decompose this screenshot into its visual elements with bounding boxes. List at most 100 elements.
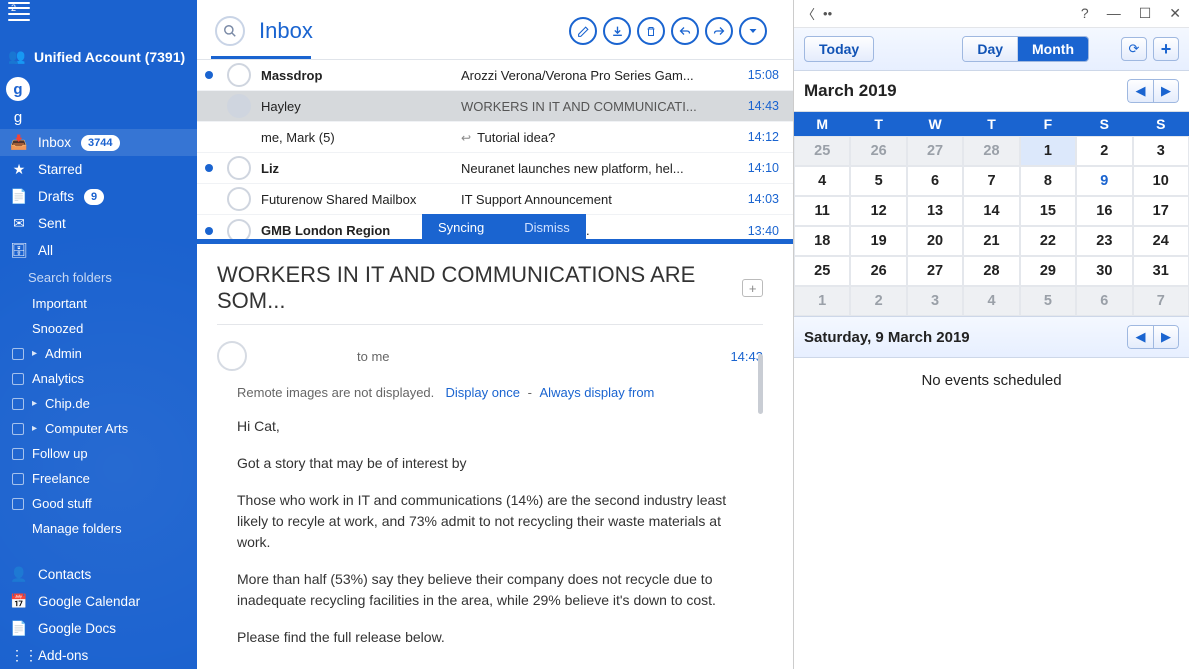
sidebar-gcal[interactable]: 📅Google Calendar <box>0 588 197 615</box>
prev-month-button[interactable]: ◀ <box>1127 79 1153 103</box>
folder-computer-arts[interactable]: ▸Computer Arts <box>0 416 197 441</box>
folder-snoozed[interactable]: Snoozed <box>0 316 197 341</box>
calendar-day[interactable]: 16 <box>1076 196 1132 226</box>
more-icon[interactable]: •• <box>823 6 832 21</box>
calendar-day[interactable]: 4 <box>963 286 1019 316</box>
calendar-day[interactable]: 28 <box>963 256 1019 286</box>
download-button[interactable] <box>603 17 631 45</box>
calendar-day[interactable]: 5 <box>850 166 906 196</box>
folder-analytics[interactable]: Analytics <box>0 366 197 391</box>
sidebar-starred[interactable]: ★ Starred <box>0 156 197 183</box>
calendar-day[interactable]: 27 <box>907 256 963 286</box>
checkbox-icon[interactable] <box>12 348 24 360</box>
checkbox-icon[interactable] <box>12 448 24 460</box>
calendar-day[interactable]: 11 <box>794 196 850 226</box>
sidebar-all[interactable]: 🗄 All <box>0 237 197 264</box>
calendar-day[interactable]: 8 <box>1020 166 1076 196</box>
sidebar-gdocs[interactable]: 📄Google Docs <box>0 615 197 642</box>
calendar-day[interactable]: 3 <box>1133 136 1189 166</box>
calendar-day[interactable]: 23 <box>1076 226 1132 256</box>
checkbox-icon[interactable] <box>12 398 24 410</box>
display-once-link[interactable]: Display once <box>446 385 520 400</box>
add-tag-button[interactable]: + <box>742 279 763 297</box>
always-display-link[interactable]: Always display from <box>540 385 655 400</box>
calendar-day[interactable]: 27 <box>907 136 963 166</box>
calendar-day[interactable]: 5 <box>1020 286 1076 316</box>
calendar-day[interactable]: 22 <box>1020 226 1076 256</box>
folder-freelance[interactable]: Freelance <box>0 466 197 491</box>
calendar-day[interactable]: 28 <box>963 136 1019 166</box>
message-row[interactable]: Massdrop Arozzi Verona/Verona Pro Series… <box>197 60 793 91</box>
delete-button[interactable] <box>637 17 665 45</box>
sidebar-inbox[interactable]: 📥 Inbox 3744 <box>0 129 197 156</box>
checkbox-icon[interactable] <box>12 423 24 435</box>
account-circle-1[interactable]: g <box>6 77 30 101</box>
message-row[interactable]: Hayley WORKERS IN IT AND COMMUNICATI... … <box>197 91 793 122</box>
search-folders[interactable]: Search folders <box>0 264 197 291</box>
next-day-button[interactable]: ▶ <box>1153 325 1179 349</box>
calendar-day[interactable]: 3 <box>907 286 963 316</box>
calendar-day[interactable]: 1 <box>794 286 850 316</box>
sidebar-sent[interactable]: ✉ Sent <box>0 210 197 237</box>
today-button[interactable]: Today <box>804 36 874 62</box>
unified-account[interactable]: 👥 Unified Account (7391) <box>0 42 197 73</box>
tab-day[interactable]: Day <box>963 37 1018 61</box>
calendar-day[interactable]: 6 <box>907 166 963 196</box>
compose-button[interactable] <box>569 17 597 45</box>
calendar-day[interactable]: 13 <box>907 196 963 226</box>
maximize-button[interactable]: ☐ <box>1139 5 1152 22</box>
account-circle-2[interactable]: g <box>6 105 30 129</box>
calendar-day[interactable]: 10 <box>1133 166 1189 196</box>
calendar-day[interactable]: 2 <box>1076 136 1132 166</box>
calendar-day[interactable]: 14 <box>963 196 1019 226</box>
calendar-day[interactable]: 12 <box>850 196 906 226</box>
folder-admin[interactable]: ▸Admin <box>0 341 197 366</box>
calendar-day[interactable]: 7 <box>963 166 1019 196</box>
more-button[interactable] <box>739 17 767 45</box>
sidebar-contacts[interactable]: 👤Contacts <box>0 561 197 588</box>
message-row[interactable]: Liz Neuranet launches new platform, hel.… <box>197 153 793 184</box>
help-icon[interactable]: ? <box>1081 5 1089 22</box>
calendar-day[interactable]: 17 <box>1133 196 1189 226</box>
checkbox-icon[interactable] <box>12 373 24 385</box>
minimize-button[interactable]: — <box>1107 5 1121 22</box>
calendar-day[interactable]: 31 <box>1133 256 1189 286</box>
calendar-day[interactable]: 25 <box>794 136 850 166</box>
message-row[interactable]: me, Mark (5) ↩Tutorial idea? 14:12 <box>197 122 793 153</box>
calendar-day[interactable]: 15 <box>1020 196 1076 226</box>
calendar-day[interactable]: 29 <box>1020 256 1076 286</box>
menu-icon[interactable]: 2 <box>8 6 30 22</box>
calendar-day[interactable]: 21 <box>963 226 1019 256</box>
calendar-day[interactable]: 9 <box>1076 166 1132 196</box>
calendar-day[interactable]: 26 <box>850 256 906 286</box>
next-month-button[interactable]: ▶ <box>1153 79 1179 103</box>
search-button[interactable] <box>215 16 245 46</box>
calendar-day[interactable]: 24 <box>1133 226 1189 256</box>
calendar-day[interactable]: 2 <box>850 286 906 316</box>
calendar-day[interactable]: 1 <box>1020 136 1076 166</box>
checkbox-icon[interactable] <box>12 473 24 485</box>
dismiss-button[interactable]: Dismiss <box>524 220 570 235</box>
folder-followup[interactable]: Follow up <box>0 441 197 466</box>
manage-folders[interactable]: Manage folders <box>0 516 197 541</box>
refresh-button[interactable]: ⟳ <box>1121 37 1147 61</box>
calendar-day[interactable]: 4 <box>794 166 850 196</box>
folder-goodstuff[interactable]: Good stuff <box>0 491 197 516</box>
scrollbar[interactable] <box>758 354 763 414</box>
calendar-day[interactable]: 18 <box>794 226 850 256</box>
folder-important[interactable]: Important <box>0 291 197 316</box>
calendar-day[interactable]: 26 <box>850 136 906 166</box>
add-event-button[interactable]: + <box>1153 37 1179 61</box>
forward-button[interactable] <box>705 17 733 45</box>
tab-month[interactable]: Month <box>1018 37 1088 61</box>
sidebar-addons[interactable]: ⋮⋮Add-ons <box>0 642 197 669</box>
calendar-day[interactable]: 7 <box>1133 286 1189 316</box>
back-icon[interactable]: 〈 <box>802 4 815 23</box>
calendar-day[interactable]: 19 <box>850 226 906 256</box>
calendar-day[interactable]: 30 <box>1076 256 1132 286</box>
checkbox-icon[interactable] <box>12 498 24 510</box>
reply-button[interactable] <box>671 17 699 45</box>
folder-chipde[interactable]: ▸Chip.de <box>0 391 197 416</box>
calendar-day[interactable]: 20 <box>907 226 963 256</box>
sidebar-drafts[interactable]: 📄 Drafts 9 <box>0 183 197 210</box>
